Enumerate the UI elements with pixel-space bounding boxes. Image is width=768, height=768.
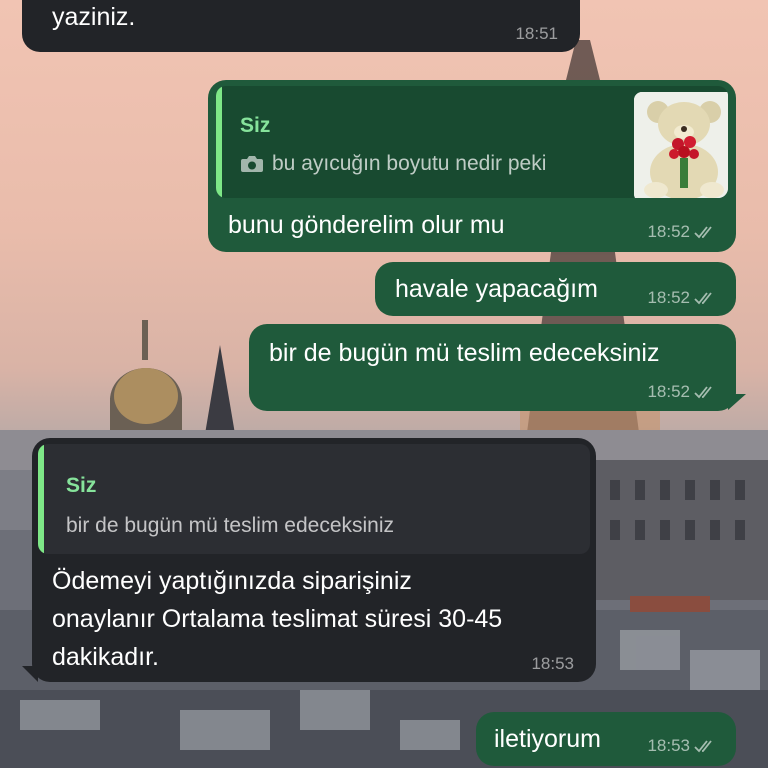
reply-thumbnail-image [634,92,728,198]
bubble-tail [728,394,746,410]
camera-icon [240,154,264,174]
message-text: yaziniz. [52,3,136,31]
reply-author: Siz [66,474,97,497]
outgoing-message[interactable]: Siz bu ayıcuğın boyutu nedir peki bunu g… [208,80,736,252]
read-receipt-icon [694,740,712,753]
outgoing-message[interactable]: havale yapacağım 18:52 [375,262,736,316]
reply-accent-bar [38,444,44,554]
message-time: 18:53 [531,654,574,673]
reply-text: bu ayıcuğın boyutu nedir peki [272,152,547,175]
message-text: iletiyorum [494,725,601,753]
reply-preview[interactable]: Siz bir de bugün mü teslim edeceksiniz [38,444,590,554]
outgoing-message[interactable]: bir de bugün mü teslim edeceksiniz 18:52 [249,324,736,411]
teddy-bear-icon [634,92,728,198]
message-time: 18:52 [647,382,716,402]
message-text-line: Ödemeyi yaptığınızda siparişiniz [52,567,412,595]
read-receipt-icon [694,226,712,239]
message-time: 18:52 [647,288,716,308]
reply-accent-bar [216,86,222,198]
outgoing-message[interactable]: iletiyorum 18:53 [476,712,736,766]
bubble-tail [22,666,38,682]
incoming-message[interactable]: yaziniz. 18:51 [22,0,580,52]
read-receipt-icon [694,292,712,305]
message-text-line: onaylanır Ortalama teslimat süresi 30-45 [52,605,503,633]
reply-preview[interactable]: Siz bu ayıcuğın boyutu nedir peki [216,86,728,198]
message-text: havale yapacağım [395,275,598,303]
reply-text: bir de bugün mü teslim edeceksiniz [66,514,395,537]
message-time: 18:51 [515,24,558,43]
message-text-line: dakikadır. [52,643,160,671]
message-time: 18:53 [647,736,716,756]
read-receipt-icon [694,386,712,399]
incoming-message[interactable]: Siz bir de bugün mü teslim edeceksiniz Ö… [32,438,596,682]
message-text: bir de bugün mü teslim edeceksiniz [269,339,660,367]
message-text: bunu gönderelim olur mu [228,211,505,239]
reply-author: Siz [240,114,271,137]
message-time: 18:52 [647,222,716,242]
